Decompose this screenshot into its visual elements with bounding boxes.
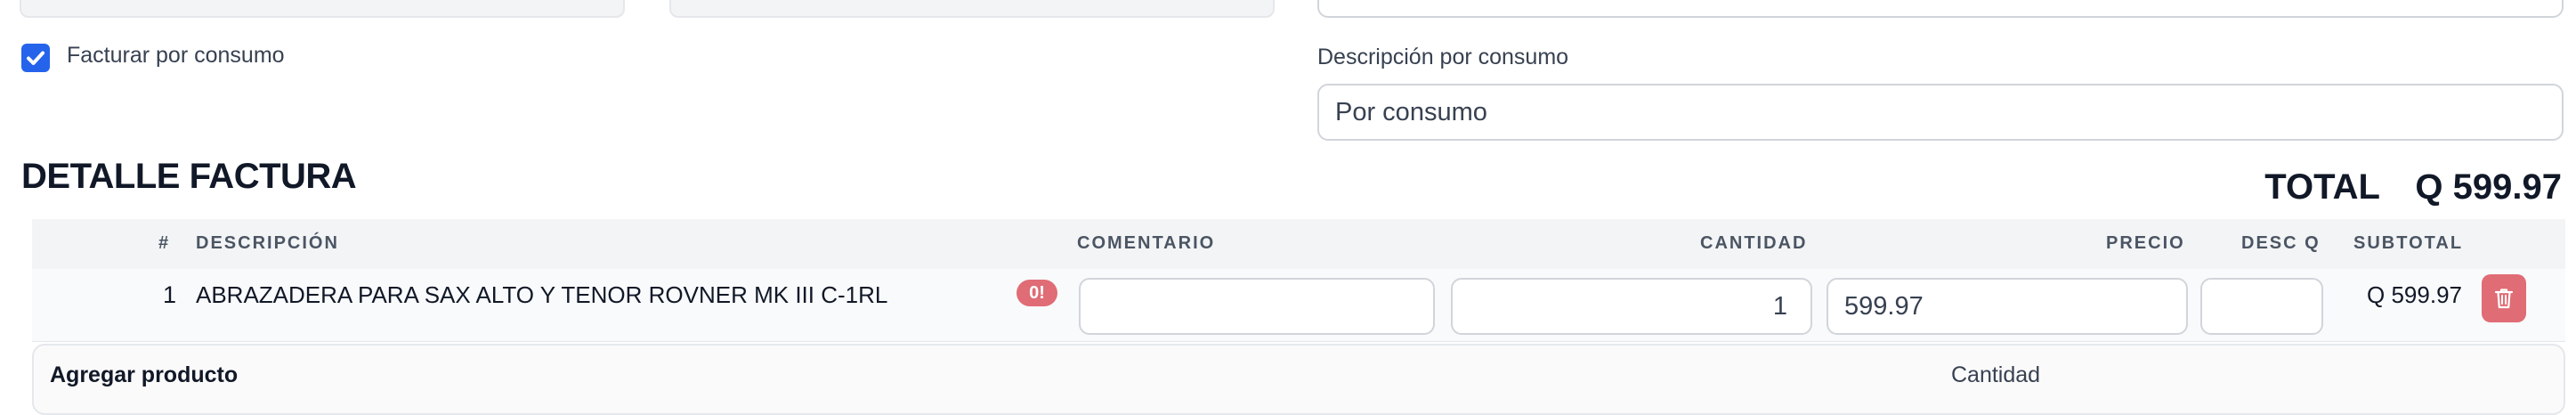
bill-by-consumption-label: Facturar por consumo bbox=[67, 43, 285, 68]
col-price-header: PRECIO bbox=[2106, 233, 2185, 253]
total-label: TOTAL bbox=[2264, 167, 2380, 207]
consumption-description-value: Por consumo bbox=[1335, 97, 1487, 126]
section-title: DETALLE FACTURA bbox=[21, 157, 357, 196]
consumption-description-label: Descripción por consumo bbox=[1317, 45, 1569, 69]
row-quantity-input[interactable]: 1 bbox=[1451, 278, 1812, 335]
invoice-total: TOTAL Q 599.97 bbox=[2264, 167, 2562, 208]
check-icon bbox=[27, 51, 45, 65]
top-middle-select[interactable] bbox=[669, 0, 1275, 18]
stock-warning-badge: 0! bbox=[1017, 280, 1057, 306]
bill-by-consumption-checkbox[interactable] bbox=[21, 44, 50, 72]
row-comment-input[interactable] bbox=[1079, 278, 1435, 335]
row-discount-input[interactable] bbox=[2200, 278, 2323, 335]
row-subtotal: Q 599.97 bbox=[2367, 281, 2462, 308]
row-price-value: 599.97 bbox=[1844, 291, 1924, 321]
trash-icon bbox=[2494, 289, 2514, 309]
row-num: 1 bbox=[163, 281, 177, 308]
add-product-panel bbox=[32, 344, 2565, 415]
add-product-title: Agregar producto bbox=[50, 362, 239, 387]
col-num-header: # bbox=[158, 233, 171, 253]
col-description-header: DESCRIPCIÓN bbox=[196, 233, 339, 253]
row-quantity-value: 1 bbox=[1772, 291, 1787, 321]
col-comment-header: COMENTARIO bbox=[1077, 233, 1216, 253]
row-price-input[interactable]: 599.97 bbox=[1827, 278, 2188, 335]
row-description: ABRAZADERA PARA SAX ALTO Y TENOR ROVNER … bbox=[196, 281, 888, 308]
table-header bbox=[32, 219, 2565, 269]
col-quantity-header: CANTIDAD bbox=[1700, 233, 1808, 253]
col-subtotal-header: SUBTOTAL bbox=[2353, 233, 2464, 253]
total-value: Q 599.97 bbox=[2415, 167, 2562, 207]
consumption-description-field[interactable]: Por consumo bbox=[1317, 84, 2564, 141]
top-left-select[interactable] bbox=[20, 0, 625, 18]
delete-row-button[interactable] bbox=[2482, 274, 2526, 322]
top-right-input[interactable] bbox=[1317, 0, 2564, 18]
col-discount-header: DESC Q bbox=[2241, 233, 2321, 253]
add-product-quantity-label: Cantidad bbox=[1951, 362, 2041, 387]
